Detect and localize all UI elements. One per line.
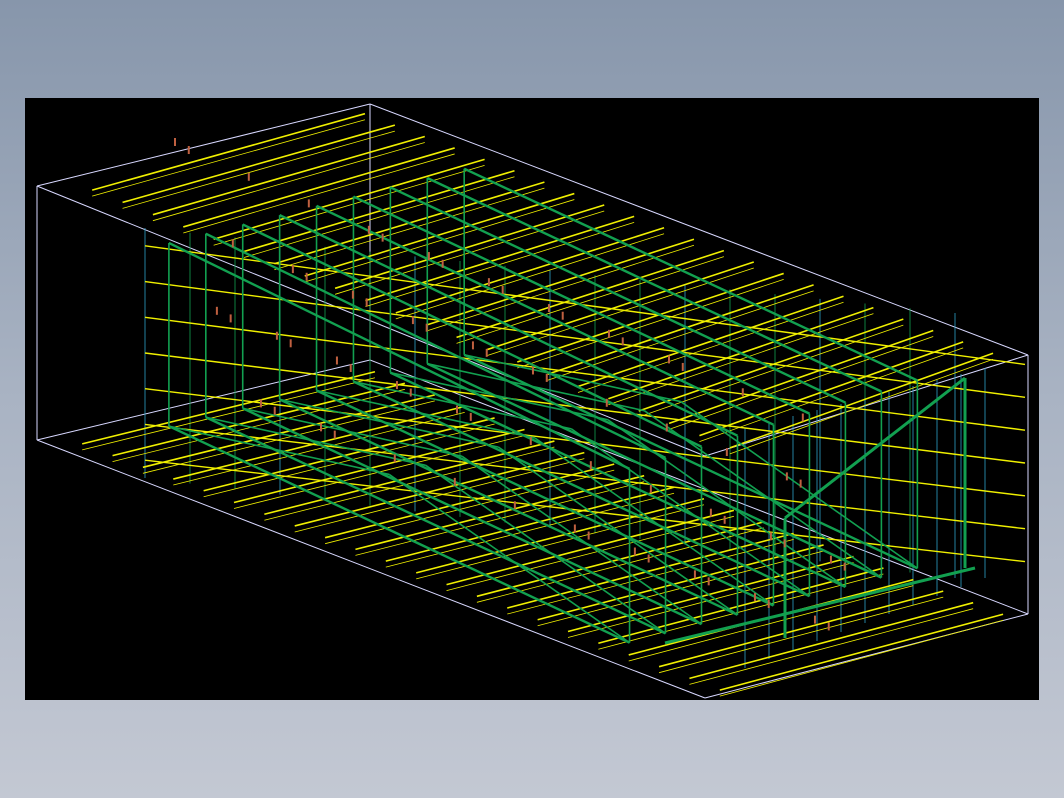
top-stiffener [122,124,396,204]
top-stiffener-flange [729,358,994,455]
frame-brace [388,473,631,644]
end-frame [784,376,966,520]
top-stiffener-flange [456,256,724,344]
outline-edge [369,359,1029,615]
side-stiffener [144,245,1026,366]
end-frame [664,566,976,645]
bracket-marks [174,138,846,631]
outline-edge [36,103,371,187]
outline-edge [704,354,1029,457]
longitudinal-stiffeners [81,112,1026,697]
top-stiffener [152,135,425,216]
cad-viewport[interactable] [25,98,1039,700]
top-stiffener [699,341,964,437]
page-background: { "viewport": { "background": "#000000",… [0,0,1064,798]
top-stiffener-flange [608,313,874,406]
top-stiffener-flange [92,119,366,197]
side-stiffener [144,388,1026,497]
top-stiffener-flange [395,233,665,320]
wireframe-model[interactable] [25,98,1039,700]
top-stiffener [334,204,605,290]
top-stiffener [183,147,455,228]
